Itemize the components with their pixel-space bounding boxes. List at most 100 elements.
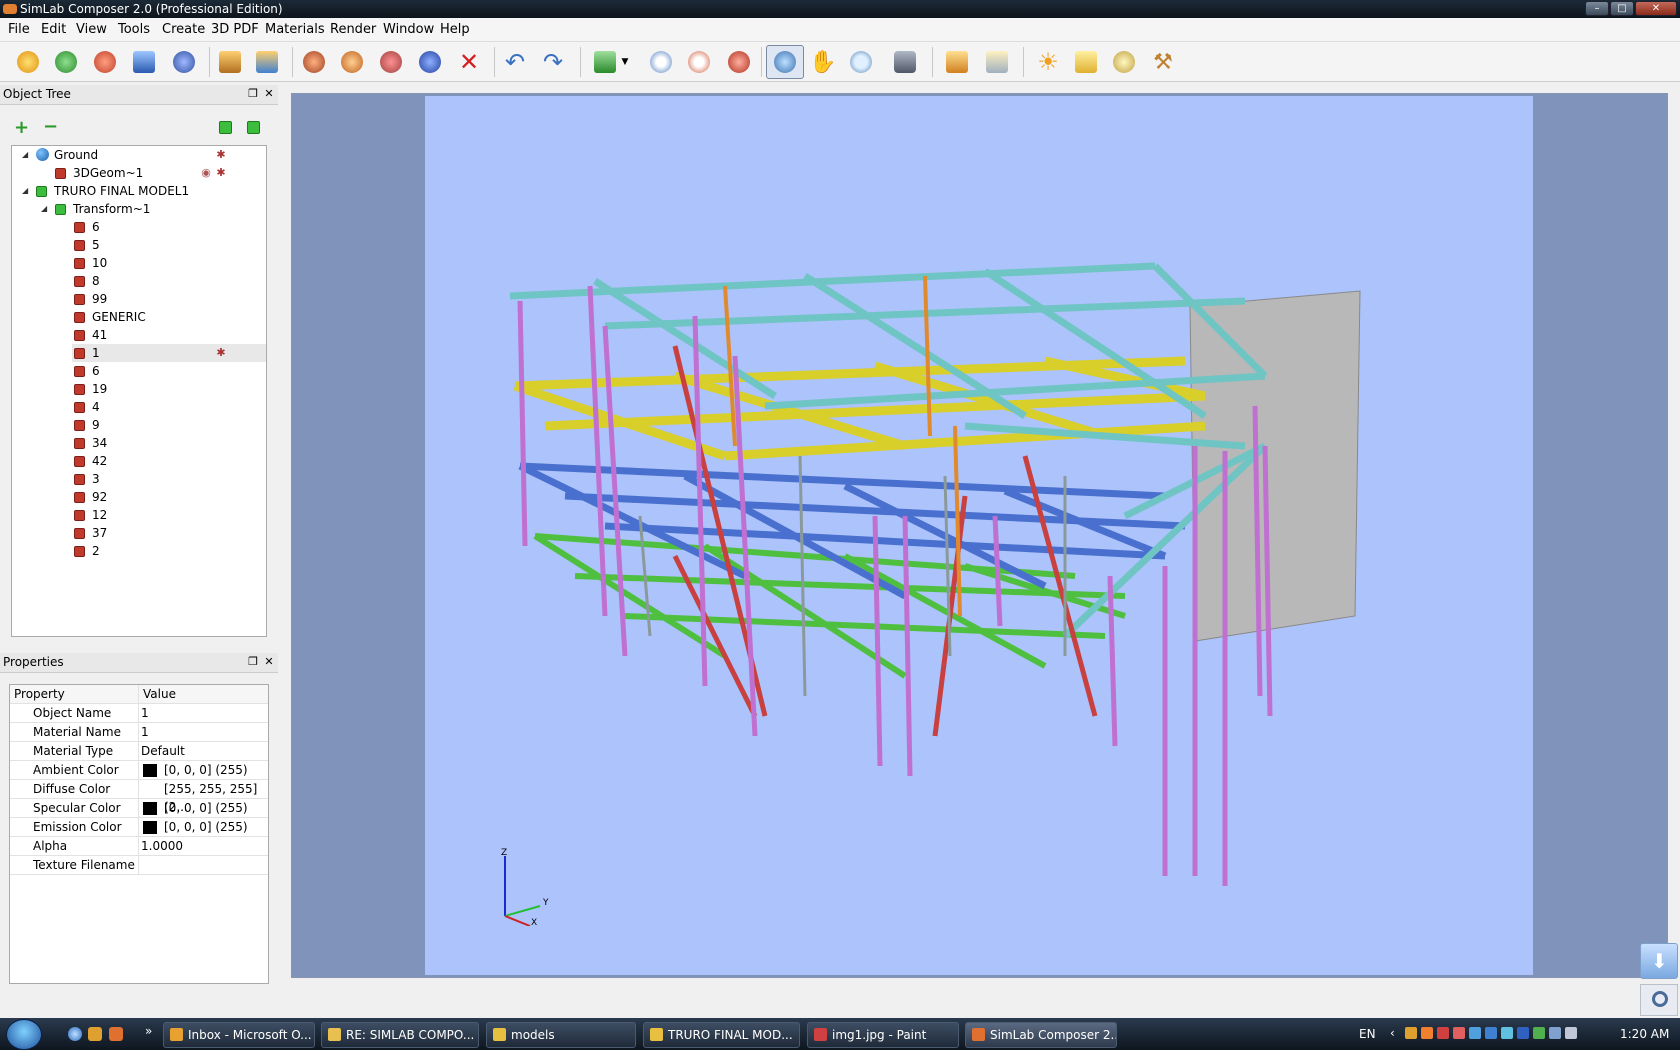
cube-dropdown-button[interactable]: ▼	[618, 47, 632, 77]
tree-node[interactable]: 99	[12, 290, 266, 308]
tray-app-icon[interactable]	[1533, 1027, 1545, 1039]
visibility-icon[interactable]: ◉	[200, 167, 212, 179]
property-row[interactable]: Specular Color [0, 0, 0] (255)	[10, 799, 268, 818]
property-row[interactable]: Object Name 1	[10, 704, 268, 723]
tree-node[interactable]: 4	[12, 398, 266, 416]
tree-node[interactable]: 92	[12, 488, 266, 506]
pivot-icon[interactable]: ✱	[215, 347, 227, 359]
tree-node[interactable]: 2	[12, 542, 266, 560]
tree-node[interactable]: 41	[12, 326, 266, 344]
target-button[interactable]	[646, 47, 676, 77]
zoom-button[interactable]	[846, 47, 876, 77]
property-row[interactable]: Emission Color [0, 0, 0] (255)	[10, 818, 268, 837]
color-swatch[interactable]	[143, 821, 157, 834]
tree-node[interactable]: 1 ✱	[72, 344, 266, 362]
expand-toggle-icon[interactable]: ◢	[22, 146, 32, 164]
hide-button[interactable]	[299, 47, 329, 77]
remove-node-button[interactable]: −	[43, 116, 58, 137]
property-value[interactable]: [0, 0, 0] (255)	[164, 799, 248, 817]
tray-app-icon[interactable]	[1517, 1027, 1529, 1039]
pointer-button[interactable]	[766, 45, 804, 79]
close-panel-button[interactable]: ✕	[262, 87, 276, 101]
taskbar-button[interactable]: SimLab Composer 2...	[965, 1022, 1117, 1048]
clipboard-button[interactable]	[982, 47, 1012, 77]
tree-node[interactable]: 37	[12, 524, 266, 542]
tray-app-icon[interactable]	[1453, 1027, 1465, 1039]
taskbar-button[interactable]: Inbox - Microsoft O...	[163, 1022, 315, 1048]
color-swatch[interactable]	[143, 802, 157, 815]
outlook-quicklaunch-icon[interactable]	[88, 1027, 102, 1041]
move-button[interactable]	[415, 47, 445, 77]
tree-node[interactable]: 42	[12, 452, 266, 470]
tree-node[interactable]: 34	[12, 434, 266, 452]
property-row[interactable]: Diffuse Color [255, 255, 255] (2...	[10, 780, 268, 814]
place-tool-button[interactable]	[215, 47, 245, 77]
ungroup-icon[interactable]	[247, 121, 260, 134]
orbit-tool-button[interactable]	[51, 47, 81, 77]
isolate-button[interactable]	[376, 47, 406, 77]
ie-quicklaunch-icon[interactable]	[68, 1027, 82, 1041]
tree-node[interactable]: 8	[12, 272, 266, 290]
menu-3dpdf[interactable]: 3D PDF	[211, 22, 259, 37]
redo-button[interactable]: ↷	[538, 47, 568, 77]
property-value[interactable]: 1	[141, 723, 149, 741]
property-value[interactable]: [0, 0, 0] (255)	[164, 818, 248, 836]
taskbar-button[interactable]: img1.jpg - Paint	[807, 1022, 959, 1048]
tray-app-icon[interactable]	[1405, 1027, 1417, 1039]
tray-app-icon[interactable]	[1437, 1027, 1449, 1039]
sphere-button[interactable]	[724, 47, 754, 77]
property-row[interactable]: Texture Filename	[10, 856, 268, 875]
color-swatch[interactable]	[143, 783, 157, 796]
3d-viewport[interactable]: Z Y X	[291, 93, 1668, 978]
maximize-button[interactable]: □	[1610, 1, 1634, 16]
tree-node[interactable]: 12	[12, 506, 266, 524]
note-button[interactable]	[1071, 47, 1101, 77]
tree-node[interactable]: 6	[12, 218, 266, 236]
paint-button[interactable]	[942, 47, 972, 77]
language-indicator[interactable]: EN	[1359, 1027, 1376, 1041]
property-row[interactable]: Alpha 1.0000	[10, 837, 268, 856]
menu-render[interactable]: Render	[330, 22, 376, 37]
taskbar-button[interactable]: models	[486, 1022, 636, 1048]
transform-tool-button[interactable]	[169, 47, 199, 77]
structure-model[interactable]	[425, 96, 1533, 975]
sun-light-button[interactable]: ☀	[1033, 47, 1063, 77]
tray-app-icon[interactable]	[1469, 1027, 1481, 1039]
tree-node[interactable]: ◢ Transform~1	[12, 200, 266, 218]
box-tool-button[interactable]	[129, 47, 159, 77]
pivot-icon[interactable]: ✱	[215, 167, 227, 179]
property-value[interactable]: [0, 0, 0] (255)	[164, 761, 248, 779]
start-button[interactable]	[6, 1019, 42, 1050]
tray-app-icon[interactable]	[1501, 1027, 1513, 1039]
close-window-button[interactable]: ✕	[1635, 1, 1677, 16]
menu-window[interactable]: Window	[383, 22, 434, 37]
tray-app-icon[interactable]	[1485, 1027, 1497, 1039]
tree-node[interactable]: 19	[12, 380, 266, 398]
pan-button[interactable]: ✋	[808, 47, 838, 77]
tree-node[interactable]: 3	[12, 470, 266, 488]
network-icon[interactable]	[1549, 1027, 1561, 1039]
tree-node[interactable]: GENERIC	[12, 308, 266, 326]
tree-node[interactable]: 10	[12, 254, 266, 272]
add-node-button[interactable]: +	[14, 117, 29, 138]
tree-node[interactable]: 9	[12, 416, 266, 434]
minimize-button[interactable]: –	[1585, 1, 1609, 16]
undo-button[interactable]: ↶	[500, 47, 530, 77]
zoom-target-button[interactable]	[684, 47, 714, 77]
color-swatch[interactable]	[143, 764, 157, 777]
menu-materials[interactable]: Materials	[265, 22, 325, 37]
simlab-quicklaunch-icon[interactable]	[109, 1027, 123, 1041]
tray-app-icon[interactable]	[1421, 1027, 1433, 1039]
tree-node[interactable]: ◢ Ground ✱	[12, 146, 266, 164]
menu-edit[interactable]: Edit	[41, 22, 66, 37]
menu-tools[interactable]: Tools	[118, 22, 150, 37]
clock[interactable]: 1:20 AM	[1620, 1027, 1669, 1041]
property-row[interactable]: Material Type Default	[10, 742, 268, 761]
taskbar-button[interactable]: TRURO FINAL MOD...	[643, 1022, 800, 1048]
align-tool-button[interactable]	[252, 47, 282, 77]
tree-node[interactable]: 3DGeom~1 ✱ ◉	[12, 164, 266, 182]
property-value[interactable]: 1.0000	[141, 837, 183, 855]
menu-help[interactable]: Help	[440, 22, 470, 37]
rotate-tool-button[interactable]	[90, 47, 120, 77]
tools-button[interactable]: ⚒	[1148, 47, 1178, 77]
